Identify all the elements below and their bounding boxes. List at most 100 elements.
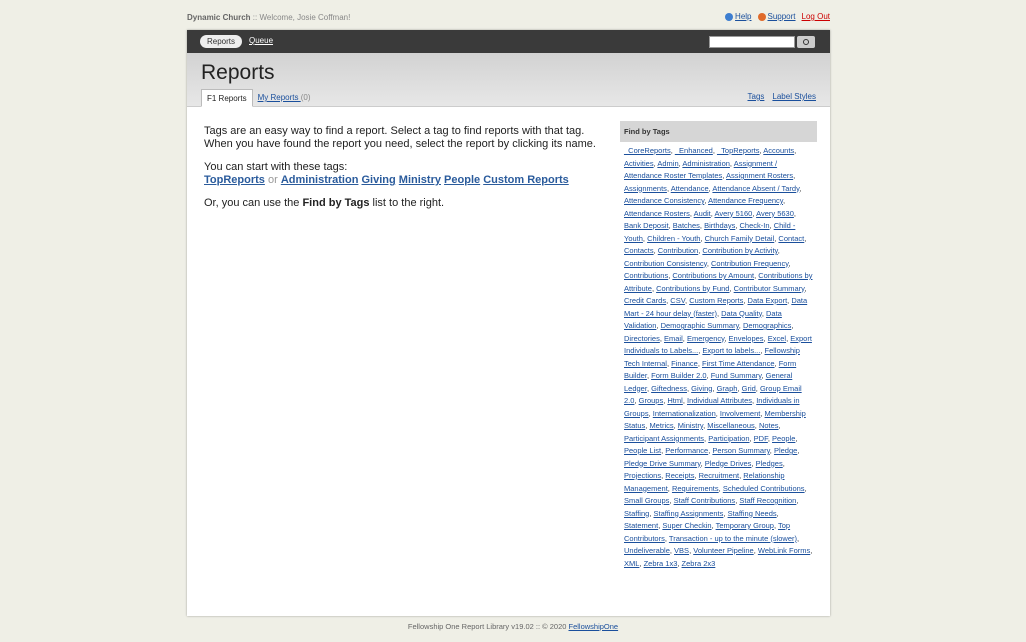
tag-link[interactable]: Miscellaneous [707,421,755,430]
search-button[interactable] [797,36,815,48]
tag-link[interactable]: Directories [624,334,660,343]
support-link-wrap[interactable]: Support [757,12,796,21]
tab-my-reports[interactable]: My Reports (0) [253,89,316,107]
tag-link[interactable]: Giftedness [651,384,687,393]
tag-link[interactable]: Groups [639,396,664,405]
tag-link[interactable]: Contribution Frequency [711,259,788,268]
tag-link[interactable]: Pledge [774,446,797,455]
tag-link[interactable]: Receipts [665,471,694,480]
tag-link[interactable]: Contribution by Activity [702,246,777,255]
tag-link[interactable]: Staff Contributions [674,496,736,505]
tag-link[interactable]: Grid [742,384,756,393]
tag-link[interactable]: Projections [624,471,661,480]
tag-people[interactable]: People [444,174,480,186]
tag-link[interactable]: Individual Attributes [687,396,752,405]
tag-administration[interactable]: Administration [281,174,359,186]
tag-link[interactable]: Batches [673,221,700,230]
tags-link[interactable]: Tags [748,92,765,101]
tag-link[interactable]: Accounts [763,146,794,155]
support-link[interactable]: Support [768,12,796,21]
tag-link[interactable]: Attendance [671,184,709,193]
tag-link[interactable]: Recruitment [699,471,739,480]
nav-queue-link[interactable]: Queue [249,36,273,45]
tag-link[interactable]: Attendance Absent / Tardy [712,184,799,193]
tag-link[interactable]: Email [664,334,683,343]
tag-link[interactable]: Contributions by Amount [672,271,754,280]
tag-link[interactable]: Participation [708,434,749,443]
tag-link[interactable]: Data Export [748,296,788,305]
tag-link[interactable]: Avery 5160 [715,209,753,218]
help-link[interactable]: Help [735,12,751,21]
tag-link[interactable]: Contribution [658,246,698,255]
tag-link[interactable]: Children - Youth [647,234,700,243]
fellowshipone-link[interactable]: FellowshipOne [569,622,619,631]
tab-f1-reports[interactable]: F1 Reports [201,89,253,107]
tag-link[interactable]: Metrics [649,421,673,430]
tag-link[interactable]: Pledges [756,459,783,468]
tag-link[interactable]: Export to labels... [702,346,760,355]
tag-link[interactable]: Performance [665,446,708,455]
tag-link[interactable]: WebLink Forms [758,546,810,555]
tag-link[interactable]: Small Groups [624,496,669,505]
tag-link[interactable]: Demographic Summary [661,321,739,330]
tag-link[interactable]: Zebra 1x3 [644,559,678,568]
tag-ministry[interactable]: Ministry [399,174,441,186]
tag-link[interactable]: Contact [778,234,804,243]
tag-link[interactable]: Attendance Rosters [624,209,690,218]
label-styles-link[interactable]: Label Styles [772,92,816,101]
tag-link[interactable]: Birthdays [704,221,735,230]
help-link-wrap[interactable]: Help [725,12,752,21]
tag-topreports[interactable]: TopReports [204,174,265,186]
logout-link[interactable]: Log Out [802,12,830,21]
tag-link[interactable]: Envelopes [729,334,764,343]
tag-link[interactable]: Contacts [624,246,654,255]
tag-link[interactable]: Administration [682,159,730,168]
tag-link[interactable]: Scheduled Contributions [723,484,805,493]
tag-link[interactable]: Graph [717,384,738,393]
tag-link[interactable]: Finance [671,359,698,368]
tag-link[interactable]: Contributor Summary [734,284,805,293]
tag-link[interactable]: Activities [624,159,654,168]
tag-link[interactable]: _CoreReports [624,146,671,155]
tag-link[interactable]: CSV [670,296,685,305]
tag-link[interactable]: Notes [759,421,779,430]
tag-link[interactable]: Involvement [720,409,760,418]
tag-link[interactable]: Zebra 2x3 [682,559,716,568]
tag-link[interactable]: Transaction - up to the minute (slower) [669,534,797,543]
tag-giving[interactable]: Giving [362,174,396,186]
tag-link[interactable]: Assignment Rosters [726,171,793,180]
tag-link[interactable]: Attendance Consistency [624,196,704,205]
tag-link[interactable]: Staffing [624,509,649,518]
tag-link[interactable]: Attendance Frequency [708,196,783,205]
my-reports-link[interactable]: My Reports [258,93,301,102]
tag-link[interactable]: _Enhanced [675,146,713,155]
tag-link[interactable]: Internationalization [653,409,716,418]
tag-link[interactable]: Fund Summary [711,371,762,380]
tag-link[interactable]: Contributions [624,271,668,280]
tag-link[interactable]: Staff Recognition [739,496,796,505]
tag-link[interactable]: Temporary Group [716,521,774,530]
tag-link[interactable]: Custom Reports [689,296,743,305]
tag-link[interactable]: Statement [624,521,658,530]
tag-link[interactable]: Demographics [743,321,791,330]
tag-link[interactable]: XML [624,559,639,568]
tag-link[interactable]: Person Summary [712,446,769,455]
tag-link[interactable]: Admin [657,159,678,168]
tag-link[interactable]: Participant Assignments [624,434,704,443]
tag-link[interactable]: Giving [691,384,712,393]
nav-reports-pill[interactable]: Reports [200,35,243,48]
tag-link[interactable]: Staffing Needs [728,509,777,518]
tag-link[interactable]: Super Checkin [662,521,711,530]
tag-link[interactable]: VBS [674,546,689,555]
tag-link[interactable]: Bank Deposit [624,221,669,230]
tag-link[interactable]: Ministry [678,421,703,430]
tag-link[interactable]: Check-In [740,221,770,230]
tag-link[interactable]: First Time Attendance [702,359,775,368]
search-input[interactable] [709,36,795,48]
tag-link[interactable]: Data Quality [721,309,762,318]
tag-link[interactable]: PDF [754,434,768,443]
tag-link[interactable]: Form Builder 2.0 [651,371,706,380]
tag-link[interactable]: Audit [694,209,711,218]
tag-link[interactable]: Assignments [624,184,667,193]
tag-link[interactable]: Pledge Drive Summary [624,459,701,468]
